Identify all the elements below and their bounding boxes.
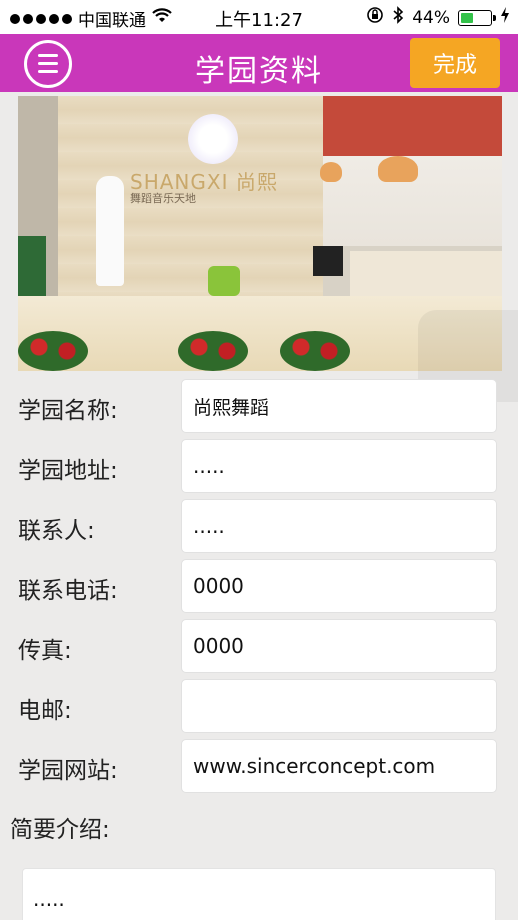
battery-percent: 44% — [412, 7, 450, 28]
battery-fill — [461, 12, 473, 23]
status-bar: 中国联通 上午11:27 44% — [0, 0, 518, 34]
field-label: 传真: — [18, 638, 72, 664]
field-label: 学园名称: — [18, 398, 118, 424]
email-field[interactable] — [181, 679, 497, 733]
form-row-address: 学园地址: ..... — [0, 439, 518, 497]
field-label: 联系电话: — [18, 578, 118, 604]
bluetooth-icon — [392, 6, 404, 29]
field-label: 电邮: — [18, 698, 72, 724]
form-row-phone: 联系电话: 0000 — [0, 559, 518, 617]
field-label: 学园地址: — [18, 458, 118, 484]
fax-field[interactable]: 0000 — [181, 619, 497, 673]
navigation-bar: 学园资料 完成 — [0, 34, 518, 92]
intro-textarea[interactable]: ..... — [22, 868, 496, 920]
charging-icon — [500, 7, 510, 28]
status-right: 44% — [366, 6, 510, 29]
phone-field[interactable]: 0000 — [181, 559, 497, 613]
battery-icon — [458, 9, 496, 26]
intro-label: 简要介绍: — [10, 817, 110, 843]
field-label: 联系人: — [18, 518, 95, 544]
form-row-contact: 联系人: ..... — [0, 499, 518, 557]
logo-figure-icon — [188, 114, 238, 164]
form-row-website: 学园网站: www.sincerconcept.com — [0, 739, 518, 797]
orientation-lock-icon — [366, 6, 384, 29]
form-row-email: 电邮: — [0, 679, 518, 737]
contact-person-field[interactable]: ..... — [181, 499, 497, 553]
form-row-fax: 传真: 0000 — [0, 619, 518, 677]
field-label: 学园网站: — [18, 758, 118, 784]
done-button[interactable]: 完成 — [410, 38, 500, 88]
photo-logo-subtext: 舞蹈音乐天地 — [130, 192, 196, 205]
school-name-field[interactable]: 尚熙舞蹈 — [181, 379, 497, 433]
form-row-name: 学园名称: 尚熙舞蹈 — [0, 379, 518, 437]
school-address-field[interactable]: ..... — [181, 439, 497, 493]
website-field[interactable]: www.sincerconcept.com — [181, 739, 497, 793]
